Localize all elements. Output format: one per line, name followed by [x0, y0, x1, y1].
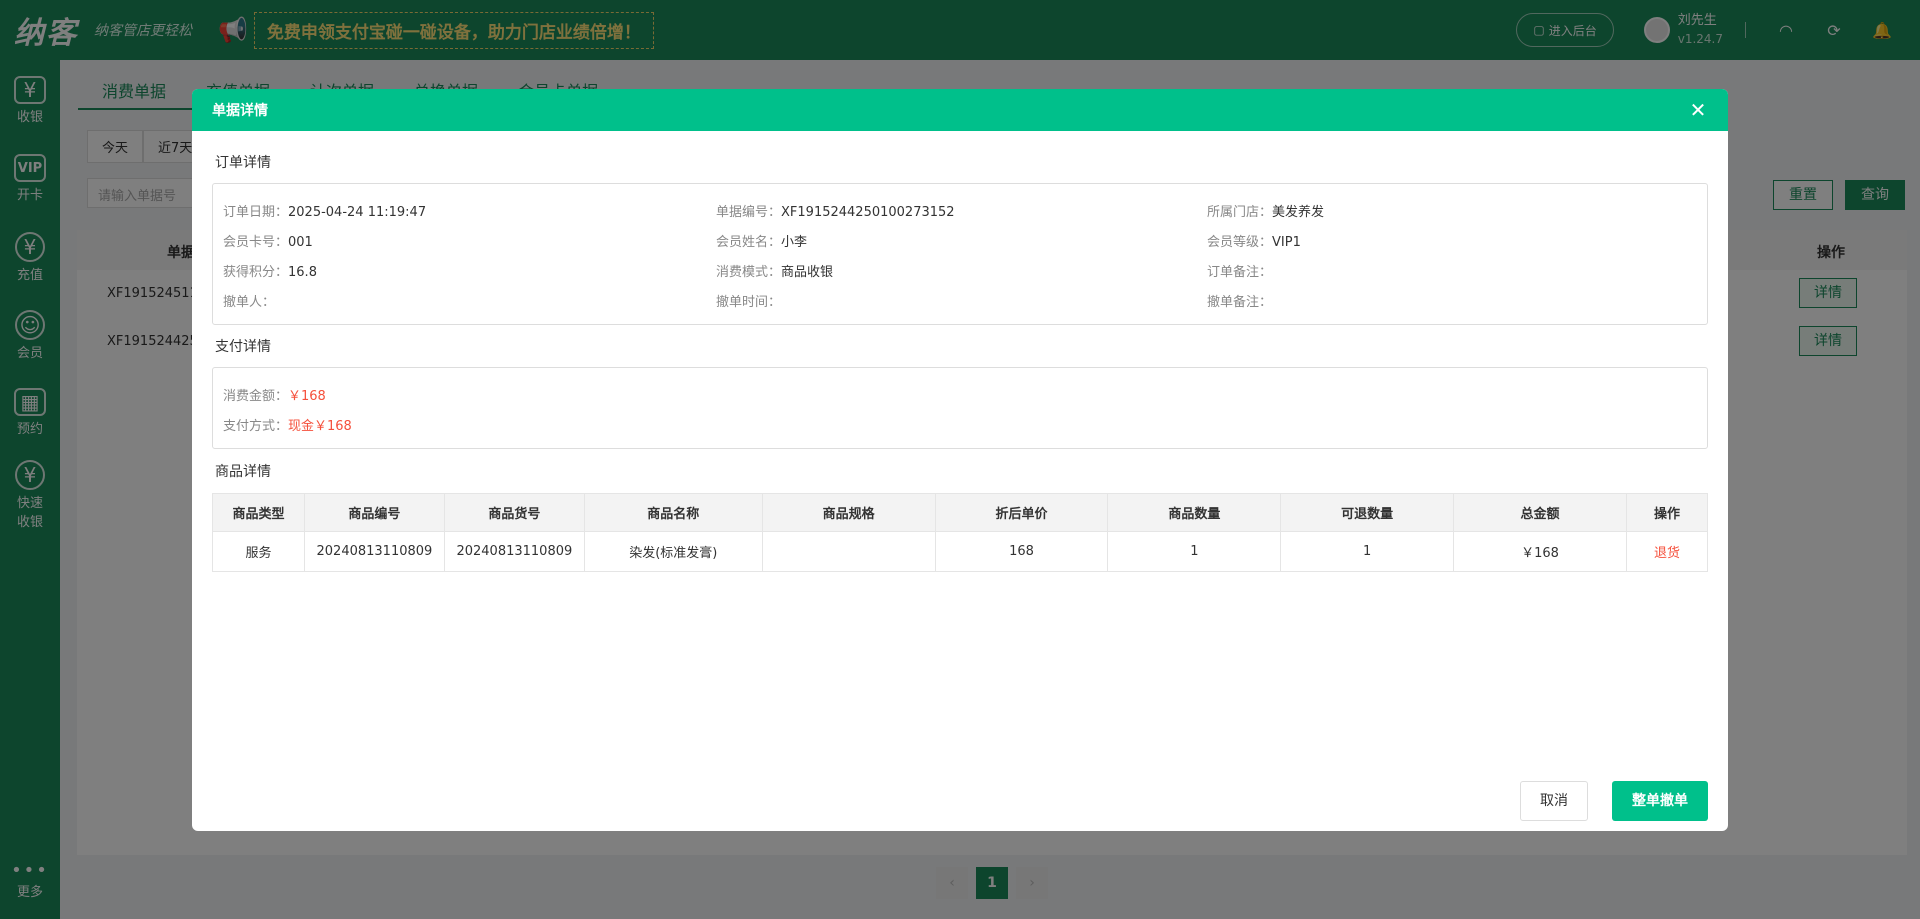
order-no-field: 单据编号：XF1915244250100273152 [716, 201, 955, 220]
field-label: 订单备注： [1207, 265, 1273, 280]
field-label: 所属门店： [1207, 205, 1273, 220]
field-label: 撤单时间： [716, 295, 782, 310]
goods-code: 20240813110809 [303, 531, 445, 572]
column-header: 商品数量 [1107, 493, 1282, 532]
field-value: ￥168 [288, 389, 326, 404]
field-value: 美发养发 [1272, 205, 1325, 220]
consume-mode-field: 消费模式：商品收银 [716, 261, 833, 280]
consume-amount-field: 消费金额：￥168 [223, 385, 326, 404]
field-label: 会员等级： [1207, 235, 1273, 250]
field-label: 消费模式： [716, 265, 782, 280]
column-header: 可退数量 [1280, 493, 1455, 532]
cancel-button[interactable]: 取消 [1520, 781, 1588, 821]
field-label: 会员卡号： [223, 235, 289, 250]
goods-total: ￥168 [1453, 531, 1627, 572]
field-label: 获得积分： [223, 265, 289, 280]
payment-section-title: 支付详情 [215, 339, 271, 355]
field-label: 撤单人： [223, 295, 276, 310]
column-header: 商品名称 [583, 493, 763, 532]
table-header-row: 商品类型 商品编号 商品货号 商品名称 商品规格 折后单价 商品数量 可退数量 … [212, 493, 1709, 532]
void-person-field: 撤单人： [223, 291, 275, 310]
goods-sku: 20240813110809 [443, 531, 585, 572]
field-label: 撤单备注： [1207, 295, 1273, 310]
order-info-box: 订单日期：2025-04-24 11:19:47 单据编号：XF19152442… [212, 183, 1708, 325]
modal-header: 单据详情 [192, 89, 1728, 131]
field-value: XF1915244250100273152 [781, 205, 955, 220]
field-label: 会员姓名： [716, 235, 782, 250]
void-time-field: 撤单时间： [716, 291, 781, 310]
order-remark-field: 订单备注： [1207, 261, 1272, 280]
store-field: 所属门店：美发养发 [1207, 201, 1324, 220]
member-level-field: 会员等级：VIP1 [1207, 231, 1301, 250]
column-header: 商品类型 [212, 493, 305, 532]
field-value: 2025-04-24 11:19:47 [288, 205, 427, 220]
goods-unit-price: 168 [934, 531, 1109, 572]
goods-refundable: 1 [1280, 531, 1455, 572]
field-label: 订单日期： [223, 205, 289, 220]
field-value: 商品收银 [781, 265, 834, 280]
column-header: 总金额 [1453, 493, 1627, 532]
column-header: 操作 [1625, 493, 1709, 532]
field-label: 单据编号： [716, 205, 782, 220]
order-section-title: 订单详情 [215, 155, 271, 171]
return-link[interactable]: 退货 [1654, 546, 1680, 561]
field-value: 小李 [781, 235, 808, 250]
field-value: 现金￥168 [288, 419, 352, 434]
modal-title: 单据详情 [212, 103, 268, 119]
column-header: 折后单价 [934, 493, 1109, 532]
field-value: 16.8 [288, 265, 317, 280]
goods-name: 染发(标准发膏) [583, 531, 763, 572]
void-order-button[interactable]: 整单撤单 [1612, 781, 1708, 821]
close-icon[interactable]: ✕ [1688, 100, 1708, 120]
points-field: 获得积分：16.8 [223, 261, 317, 280]
goods-spec [761, 531, 936, 572]
payment-info-box: 消费金额：￥168 支付方式：现金￥168 [212, 367, 1708, 449]
goods-type: 服务 [212, 531, 305, 572]
table-row: 服务 20240813110809 20240813110809 染发(标准发膏… [212, 531, 1709, 572]
void-remark-field: 撤单备注： [1207, 291, 1272, 310]
goods-qty: 1 [1107, 531, 1282, 572]
card-no-field: 会员卡号：001 [223, 231, 313, 250]
field-value: VIP1 [1272, 235, 1301, 250]
goods-table: 商品类型 商品编号 商品货号 商品名称 商品规格 折后单价 商品数量 可退数量 … [212, 493, 1709, 572]
member-name-field: 会员姓名：小李 [716, 231, 807, 250]
column-header: 商品货号 [443, 493, 585, 532]
receipt-detail-modal: 单据详情 ✕ 订单详情 订单日期：2025-04-24 11:19:47 单据编… [192, 89, 1728, 831]
goods-section-title: 商品详情 [215, 464, 271, 480]
column-header: 商品规格 [761, 493, 936, 532]
return-action-cell: 退货 [1625, 531, 1709, 572]
field-value: 001 [288, 235, 313, 250]
order-date-field: 订单日期：2025-04-24 11:19:47 [223, 201, 426, 220]
field-label: 消费金额： [223, 389, 289, 404]
payment-method-field: 支付方式：现金￥168 [223, 415, 352, 434]
column-header: 商品编号 [303, 493, 445, 532]
field-label: 支付方式： [223, 419, 289, 434]
